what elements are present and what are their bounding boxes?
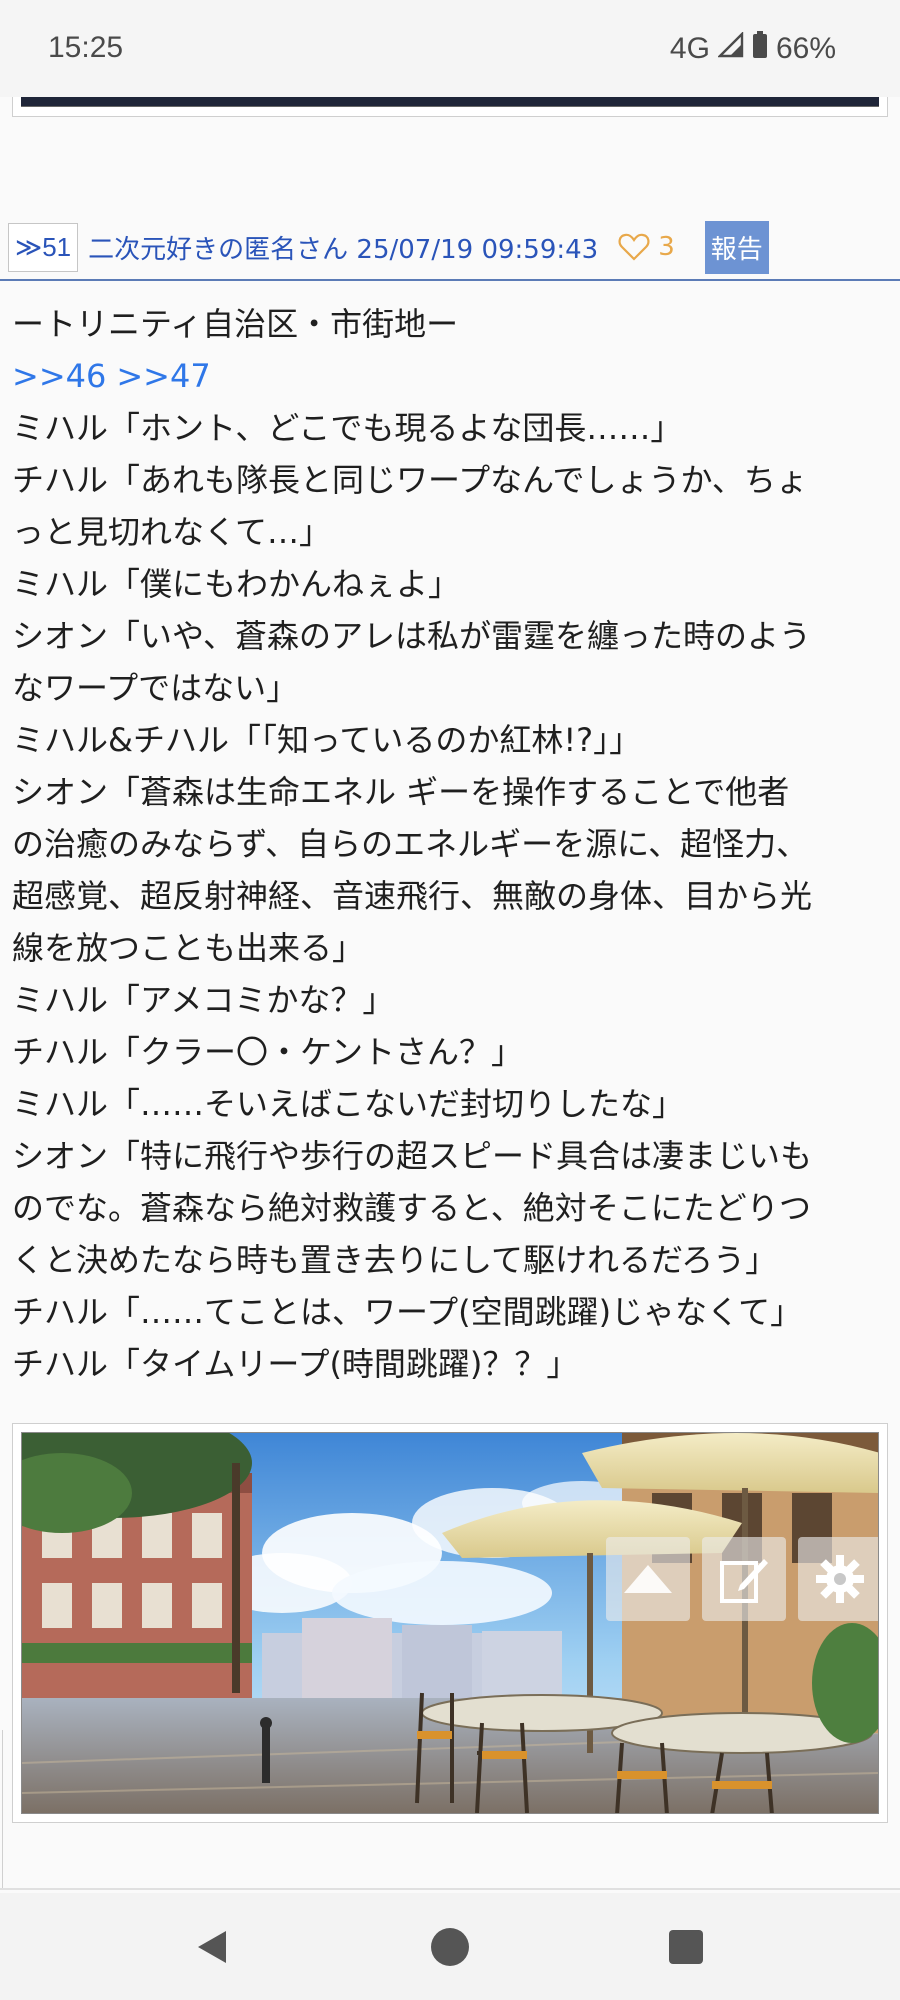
battery-icon [752, 31, 768, 67]
body-line: 超感覚、超反射神経、音速飛行、無敵の身体、目から光 [12, 877, 813, 915]
like-count: 3 [658, 232, 675, 262]
status-bar: 15:25 4G 66% [0, 0, 900, 97]
network-label: 4G [669, 32, 710, 65]
res-number-button[interactable]: ≫51 [8, 222, 79, 272]
signal-icon [717, 31, 744, 66]
page-bottom-border [0, 1888, 900, 1890]
body-line: チハル「タイムリープ(時間跳躍)？？」 [12, 1345, 579, 1383]
body-line: っと見切れなくて…」 [12, 513, 332, 551]
report-button[interactable]: 報告 [704, 220, 769, 274]
scroll-top-button[interactable] [606, 1537, 690, 1621]
body-line: チハル「……てことは、ワープ(空間跳躍)じゃなくて」 [12, 1293, 803, 1331]
status-indicators: 4G 66% [670, 31, 836, 67]
body-line: 線を放つことも出来る」 [12, 929, 365, 967]
street-cafe-illustration [22, 1433, 878, 1813]
recents-button[interactable] [668, 1929, 704, 1969]
home-icon [431, 1928, 469, 1966]
edit-icon [720, 1559, 768, 1603]
settings-icon [816, 1555, 864, 1603]
home-button[interactable] [430, 1927, 470, 1971]
navigation-bar [0, 1893, 900, 2000]
back-button[interactable] [194, 1927, 230, 1971]
body-line: シオン「いや、蒼森のアレは私が雷霆を纏った時のよう [12, 617, 812, 655]
post-body: ートリニティ自治区・市街地ー >>46 >>47 ミハル「ホント、どこでも現るよな… [12, 298, 892, 1390]
settings-button[interactable] [798, 1537, 878, 1621]
body-line: ミハル「ホント、どこでも現るよな団長……」 [12, 409, 683, 447]
back-icon [198, 1931, 226, 1963]
previous-image-frame [12, 97, 888, 117]
body-line: のでな。蒼森なら絶対救護すると、絶対そこにたどりつ [12, 1189, 812, 1227]
battery-percent: 66% [775, 32, 836, 65]
anchor-link[interactable]: >>46 [12, 357, 106, 395]
page-left-border [2, 1730, 3, 1890]
heart-icon [618, 233, 650, 261]
thread-page: ≫51 二次元好きの匿名さん 25/07/19 09:59:43 3 報告 ート… [0, 97, 900, 1893]
body-line: ミハル「僕にもわかんねぇよ」 [12, 565, 461, 603]
body-line: チハル「クラー〇・ケントさん？」 [12, 1033, 524, 1071]
edit-button[interactable] [702, 1537, 786, 1621]
body-line: くと決めたなら時も置き去りにして駆けれるだろう」 [12, 1241, 778, 1279]
like-button[interactable]: 3 [618, 232, 675, 262]
status-time: 15:25 [48, 31, 124, 64]
body-line: の治癒のみならず、自らのエネルギーを源に、超怪力、 [12, 825, 809, 863]
attached-image-frame [12, 1423, 888, 1823]
post-header: ≫51 二次元好きの匿名さん 25/07/19 09:59:43 3 報告 [0, 215, 900, 281]
scroll-top-icon [624, 1565, 672, 1593]
anchor-link[interactable]: >>47 [116, 357, 210, 395]
body-line: チハル「あれも隊長と同じワープなんでしょうか、ちょ [12, 461, 808, 499]
body-line: シオン「蒼森は生命エネル ギーを操作することで他者 [12, 773, 790, 811]
body-line: ミハル&チハル「「知っているのか紅林!?」」 [12, 721, 642, 759]
body-line: ミハル「……そいえばこないだ封切りしたな」 [12, 1085, 685, 1123]
previous-image [21, 97, 879, 107]
recents-icon [669, 1930, 703, 1964]
body-line: ミハル「アメコミかな？」 [12, 981, 395, 1019]
body-line: シオン「特に飛行や歩行の超スピード具合は凄まじいも [12, 1137, 813, 1175]
body-line: ートリニティ自治区・市街地ー [12, 305, 459, 343]
body-line: なワープではない」 [12, 669, 299, 707]
poster-info: 二次元好きの匿名さん 25/07/19 09:59:43 [88, 234, 599, 265]
attached-image[interactable] [21, 1432, 879, 1814]
anchor-line: >>46 >>47 [12, 350, 892, 402]
